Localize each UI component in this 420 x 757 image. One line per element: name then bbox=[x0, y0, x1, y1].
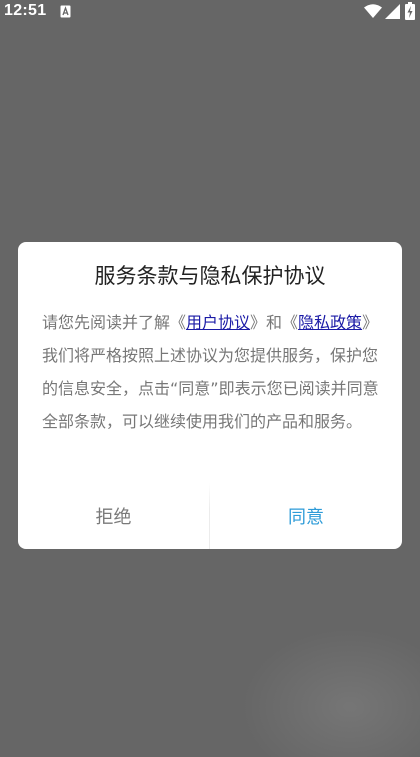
dialog-button-row: 拒绝 同意 bbox=[18, 483, 402, 549]
terms-dialog: 服务条款与隐私保护协议 请您先阅读并了解《用户协议》和《隐私政策》我们将严格按照… bbox=[18, 242, 402, 549]
dialog-title: 服务条款与隐私保护协议 bbox=[94, 264, 326, 288]
wifi-icon bbox=[364, 4, 382, 18]
dialog-body: 请您先阅读并了解《用户协议》和《隐私政策》我们将严格按照上述协议为您提供服务，保… bbox=[42, 306, 382, 438]
body-text-part1: 请您先阅读并了解《 bbox=[42, 313, 187, 332]
accept-button[interactable]: 同意 bbox=[210, 483, 402, 549]
user-agreement-link[interactable]: 用户协议 bbox=[186, 313, 250, 332]
status-bar: 12:51 bbox=[0, 0, 420, 26]
a-notification-icon bbox=[60, 5, 71, 18]
body-text-part2: 》和《 bbox=[250, 313, 299, 332]
battery-charging-icon bbox=[405, 2, 415, 20]
background-glow bbox=[240, 627, 420, 757]
status-time: 12:51 bbox=[4, 2, 47, 19]
decline-button[interactable]: 拒绝 bbox=[18, 483, 209, 549]
privacy-policy-link[interactable]: 隐私政策 bbox=[298, 313, 362, 332]
screen: 12:51 服务条款与隐私保护协议 请您先阅读并了解《用户协议》和《隐私政策》我… bbox=[0, 0, 420, 757]
signal-icon bbox=[385, 4, 400, 19]
